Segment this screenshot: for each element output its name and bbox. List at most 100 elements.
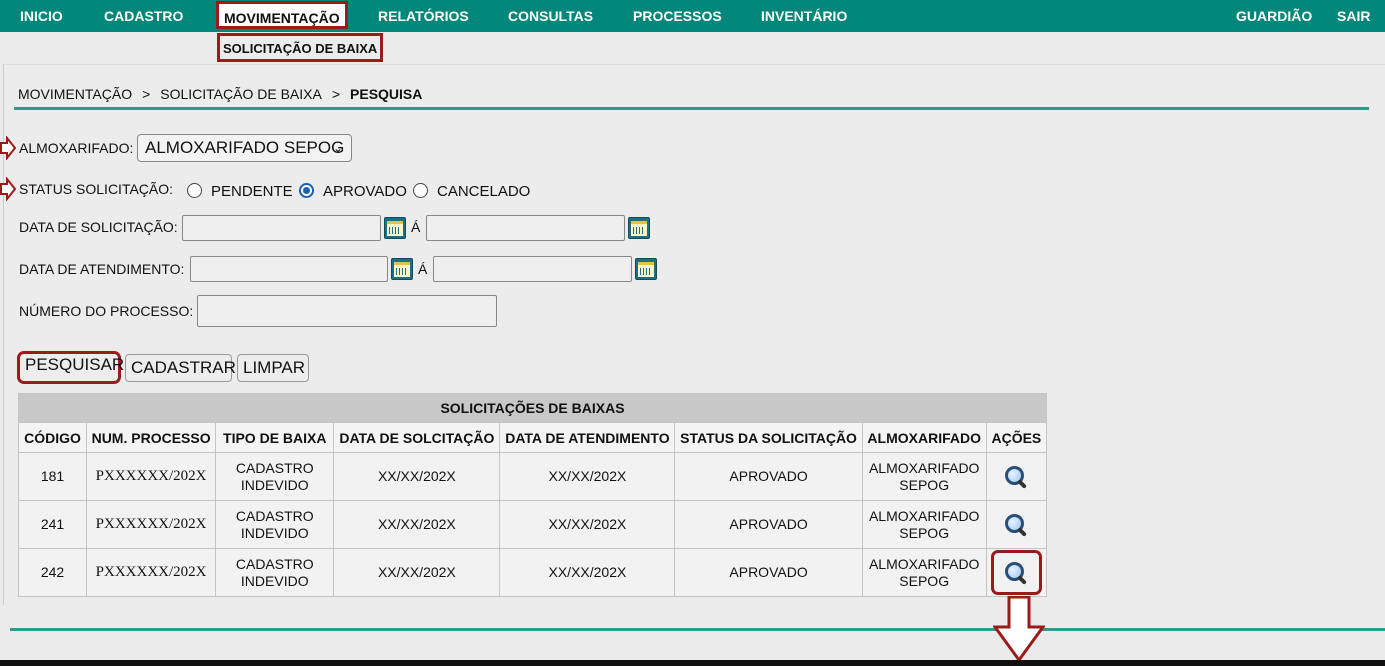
numero-processo-input[interactable] [197, 295, 497, 327]
solicitacoes-table: SOLICITAÇÕES DE BAIXAS CÓDIGO NUM. PROCE… [18, 393, 1048, 597]
top-navigation-bar: INICIO CADASTRO MOVIMENTAÇÃO RELATÓRIOS … [0, 0, 1385, 32]
column-header-tipo-baixa: TIPO DE BAIXA [215, 422, 335, 453]
cell-almoxarifado: ALMOXARIFADO SEPOG [861, 452, 987, 501]
column-header-almoxarifado: ALMOXARIFADO [861, 422, 987, 453]
cell-acoes [985, 452, 1048, 501]
breadcrumb-separator: > [331, 86, 341, 102]
table-row: 241 PXXXXXX/202X CADASTRO INDEVIDO XX/XX/… [18, 500, 1048, 549]
cell-codigo: 241 [18, 500, 87, 549]
sub-navigation-bar: SOLICITAÇÃO DE BAIXA [0, 32, 1385, 64]
magnifier-icon[interactable] [1003, 560, 1029, 586]
status-radio-aprovado[interactable] [299, 183, 314, 198]
almoxarifado-label: ALMOXARIFADO: [19, 140, 134, 156]
nav-movimentacao[interactable]: MOVIMENTAÇÃO [216, 1, 348, 29]
nav-processos[interactable]: PROCESSOS [633, 0, 722, 32]
cell-num-processo: PXXXXXX/202X [85, 452, 217, 501]
breadcrumb-solicitacao-de-baixa[interactable]: SOLICITAÇÃO DE BAIXA [160, 86, 322, 102]
right-arrow-annotation-icon [0, 177, 16, 201]
breadcrumb: MOVIMENTAÇÃO > SOLICITAÇÃO DE BAIXA > PESQUI… [18, 86, 422, 102]
magnifier-icon[interactable] [1003, 464, 1029, 490]
cell-almoxarifado-line2: SEPOG [899, 524, 950, 541]
table-row: 242 PXXXXXX/202X CADASTRO INDEVIDO XX/XX/… [18, 548, 1048, 597]
data-atendimento-label: DATA DE ATENDIMENTO: [19, 261, 185, 277]
table-caption: SOLICITAÇÕES DE BAIXAS [18, 393, 1047, 423]
cell-tipo-line1: CADASTRO [235, 555, 314, 572]
cell-almoxarifado: ALMOXARIFADO SEPOG [861, 548, 987, 597]
nav-inventario[interactable]: INVENTÁRIO [761, 0, 847, 32]
table-row: 181 PXXXXXX/202X CADASTRO INDEVIDO XX/XX/… [18, 452, 1048, 501]
data-solicitacao-to-input[interactable] [426, 215, 625, 241]
cell-status: APROVADO [674, 548, 863, 597]
status-radio-cancelado[interactable] [413, 183, 428, 198]
numero-processo-label: NÚMERO DO PROCESSO: [19, 303, 194, 319]
status-option-cancelado-label[interactable]: CANCELADO [437, 183, 530, 200]
chevron-down-icon: ⌄ [332, 141, 343, 155]
header-divider [14, 107, 1369, 110]
column-header-codigo: CÓDIGO [18, 422, 87, 453]
column-header-data-atendimento: DATA DE ATENDIMENTO [499, 422, 676, 453]
cell-acoes [985, 548, 1048, 597]
magnifier-icon[interactable] [1003, 512, 1029, 538]
cell-tipo-line1: CADASTRO [235, 459, 314, 476]
cell-num-processo: PXXXXXX/202X [85, 548, 217, 597]
data-solicitacao-label: DATA DE SOLICITAÇÃO: [19, 219, 178, 235]
cell-num-processo: PXXXXXX/202X [85, 500, 217, 549]
almoxarifado-selected-value: ALMOXARIFADO SEPOG [145, 138, 345, 157]
data-atendimento-to-input[interactable] [433, 256, 632, 282]
column-header-num-processo: NUM. PROCESSO [85, 422, 217, 453]
cell-tipo-baixa: CADASTRO INDEVIDO [215, 500, 335, 549]
down-arrow-annotation-icon [993, 596, 1045, 662]
nav-cadastro[interactable]: CADASTRO [104, 0, 183, 32]
almoxarifado-select[interactable]: ALMOXARIFADO SEPOG ⌄ [137, 134, 352, 162]
cell-tipo-line2: INDEVIDO [240, 572, 309, 589]
subnav-solicitacao-de-baixa[interactable]: SOLICITAÇÃO DE BAIXA [217, 33, 384, 62]
cell-data-solicitacao: XX/XX/202X [333, 548, 501, 597]
cell-data-solicitacao: XX/XX/202X [333, 452, 501, 501]
range-separator: Á [411, 219, 421, 235]
cell-tipo-baixa: CADASTRO INDEVIDO [215, 548, 335, 597]
cell-almoxarifado-line2: SEPOG [899, 476, 950, 493]
data-solicitacao-from-input[interactable] [182, 215, 381, 241]
status-solicitacao-label: STATUS SOLICITAÇÃO: [19, 181, 174, 197]
calendar-icon[interactable] [384, 217, 406, 239]
status-option-aprovado-label[interactable]: APROVADO [323, 183, 407, 200]
nav-inicio[interactable]: INICIO [20, 0, 63, 32]
cell-data-atendimento: XX/XX/202X [499, 548, 676, 597]
cell-data-atendimento: XX/XX/202X [499, 500, 676, 549]
cell-data-solicitacao: XX/XX/202X [333, 500, 501, 549]
nav-relatorios[interactable]: RELATÓRIOS [378, 0, 469, 32]
cell-acoes [985, 500, 1048, 549]
cell-data-atendimento: XX/XX/202X [499, 452, 676, 501]
cell-almoxarifado-line1: ALMOXARIFADO [868, 459, 980, 476]
cell-almoxarifado-line1: ALMOXARIFADO [868, 555, 980, 572]
cell-codigo: 242 [18, 548, 87, 597]
cell-status: APROVADO [674, 500, 863, 549]
pesquisar-button[interactable]: PESQUISAR [17, 351, 124, 384]
breadcrumb-current: PESQUISA [350, 86, 423, 102]
bottom-edge-bar [0, 660, 1385, 666]
limpar-button[interactable]: LIMPAR [237, 354, 309, 382]
column-header-acoes: AÇÕES [985, 422, 1048, 453]
cell-almoxarifado-line1: ALMOXARIFADO [868, 507, 980, 524]
data-atendimento-from-input[interactable] [190, 256, 388, 282]
calendar-icon[interactable] [628, 217, 650, 239]
cadastrar-button[interactable]: CADASTRAR [125, 354, 236, 382]
status-option-pendente-label[interactable]: PENDENTE [211, 183, 293, 200]
cell-tipo-baixa: CADASTRO INDEVIDO [215, 452, 335, 501]
nav-guardiao[interactable]: GUARDIÃO [1236, 0, 1312, 32]
calendar-icon[interactable] [391, 258, 413, 280]
right-arrow-annotation-icon [0, 136, 16, 160]
cell-almoxarifado-line2: SEPOG [899, 572, 950, 589]
cell-codigo: 181 [18, 452, 87, 501]
cell-almoxarifado: ALMOXARIFADO SEPOG [861, 500, 987, 549]
range-separator: Á [418, 261, 428, 277]
column-header-data-solicitacao: DATA DE SOLCITAÇÃO [333, 422, 501, 453]
nav-sair[interactable]: SAIR [1337, 0, 1370, 32]
nav-consultas[interactable]: CONSULTAS [508, 0, 593, 32]
footer-divider [10, 628, 1385, 631]
status-radio-pendente[interactable] [187, 183, 202, 198]
cell-status: APROVADO [674, 452, 863, 501]
calendar-icon[interactable] [635, 258, 657, 280]
breadcrumb-separator: > [142, 86, 151, 102]
breadcrumb-movimentacao[interactable]: MOVIMENTAÇÃO [18, 86, 132, 102]
